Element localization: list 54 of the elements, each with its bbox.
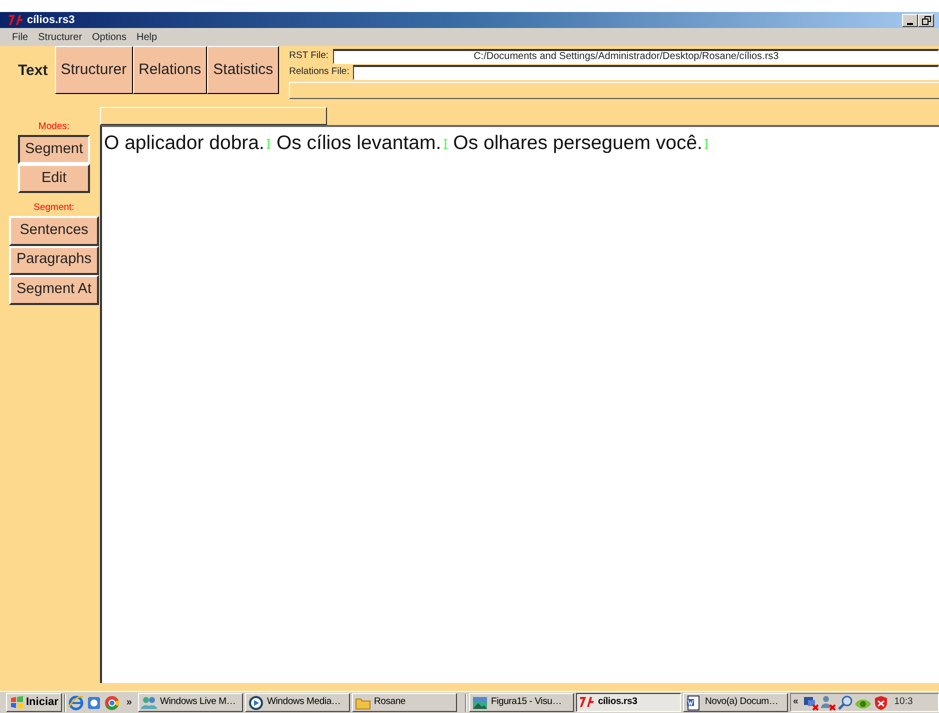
menu-item[interactable]: Options	[92, 30, 126, 44]
minimize-button[interactable]	[902, 14, 918, 26]
taskbar-button[interactable]: Novo(a) Docum…	[682, 693, 788, 712]
clock-text: 10:3	[894, 695, 913, 710]
document-text-area[interactable]: O aplicador dobra. Os cílios levantam. Os olhares perseguem você.	[100, 125, 939, 683]
taskbar-button[interactable]: Rosane	[352, 693, 457, 712]
taskbar-button[interactable]: Figura15 - Visu…	[468, 693, 574, 712]
split-option-button[interactable]: Sentences	[9, 216, 99, 246]
media-player-icon	[248, 694, 264, 710]
file-path-field[interactable]: C:/Documents and Settings/Administrador/Desktop/Rosane/cílios.rs3	[332, 48, 939, 64]
menu-item[interactable]: Structurer	[38, 30, 82, 44]
document-segment-text: Os cílios levantam.	[276, 132, 442, 154]
segment-marker-icon	[266, 138, 272, 150]
segment-marker-icon	[443, 138, 448, 150]
mode-button[interactable]: Edit	[18, 164, 90, 193]
tab[interactable]: Structurer	[54, 46, 133, 94]
mode-button[interactable]: Segment	[18, 135, 90, 164]
window-title: cílios.rs3	[27, 12, 75, 28]
document-segment-text: O aplicador dobra.	[104, 132, 264, 154]
split-option-button[interactable]: Paragraphs	[9, 246, 99, 275]
magnifier-icon	[837, 694, 854, 710]
tab[interactable]: Text	[8, 46, 55, 94]
restore-icon	[922, 16, 930, 26]
menu-item[interactable]: File	[12, 30, 28, 44]
start-button[interactable]: Iniciar	[6, 693, 62, 712]
minimize-icon	[907, 22, 913, 25]
tray-expand-chevron[interactable]: «	[792, 695, 798, 710]
people-icon	[140, 694, 157, 710]
app-logo-icon	[8, 13, 23, 26]
browser-e-icon	[68, 694, 84, 710]
image-icon	[472, 694, 488, 710]
quick-launch-icon	[86, 694, 102, 710]
document-icon	[686, 694, 702, 710]
shield-icon	[873, 694, 890, 710]
taskbar-button[interactable]: Windows Media…	[244, 693, 350, 712]
file-path-field[interactable]	[353, 64, 939, 80]
taskbar-button[interactable]: cílios.rs3	[576, 693, 681, 712]
more-chevron[interactable]: »	[126, 695, 132, 710]
segment-marker-icon	[704, 138, 710, 150]
restore-button[interactable]	[918, 14, 934, 26]
field-label: Relations File:	[289, 64, 350, 79]
section-label: Segment:	[34, 201, 74, 215]
document-segment-text: Os olhares perseguem você.	[453, 132, 702, 154]
windows-logo-icon	[10, 696, 24, 709]
circle-logo-icon	[104, 694, 120, 710]
taskbar-button[interactable]: Windows Live M…	[138, 693, 243, 712]
user-error-icon	[820, 694, 836, 710]
field-label: RST File:	[289, 48, 329, 63]
menu-item[interactable]: Help	[136, 30, 158, 44]
split-option-button[interactable]: Segment At	[9, 275, 99, 304]
network-error-icon	[803, 694, 820, 710]
section-label: Modes:	[38, 120, 70, 134]
tab[interactable]: Statistics	[207, 46, 280, 94]
tab[interactable]: Relations	[132, 46, 208, 94]
